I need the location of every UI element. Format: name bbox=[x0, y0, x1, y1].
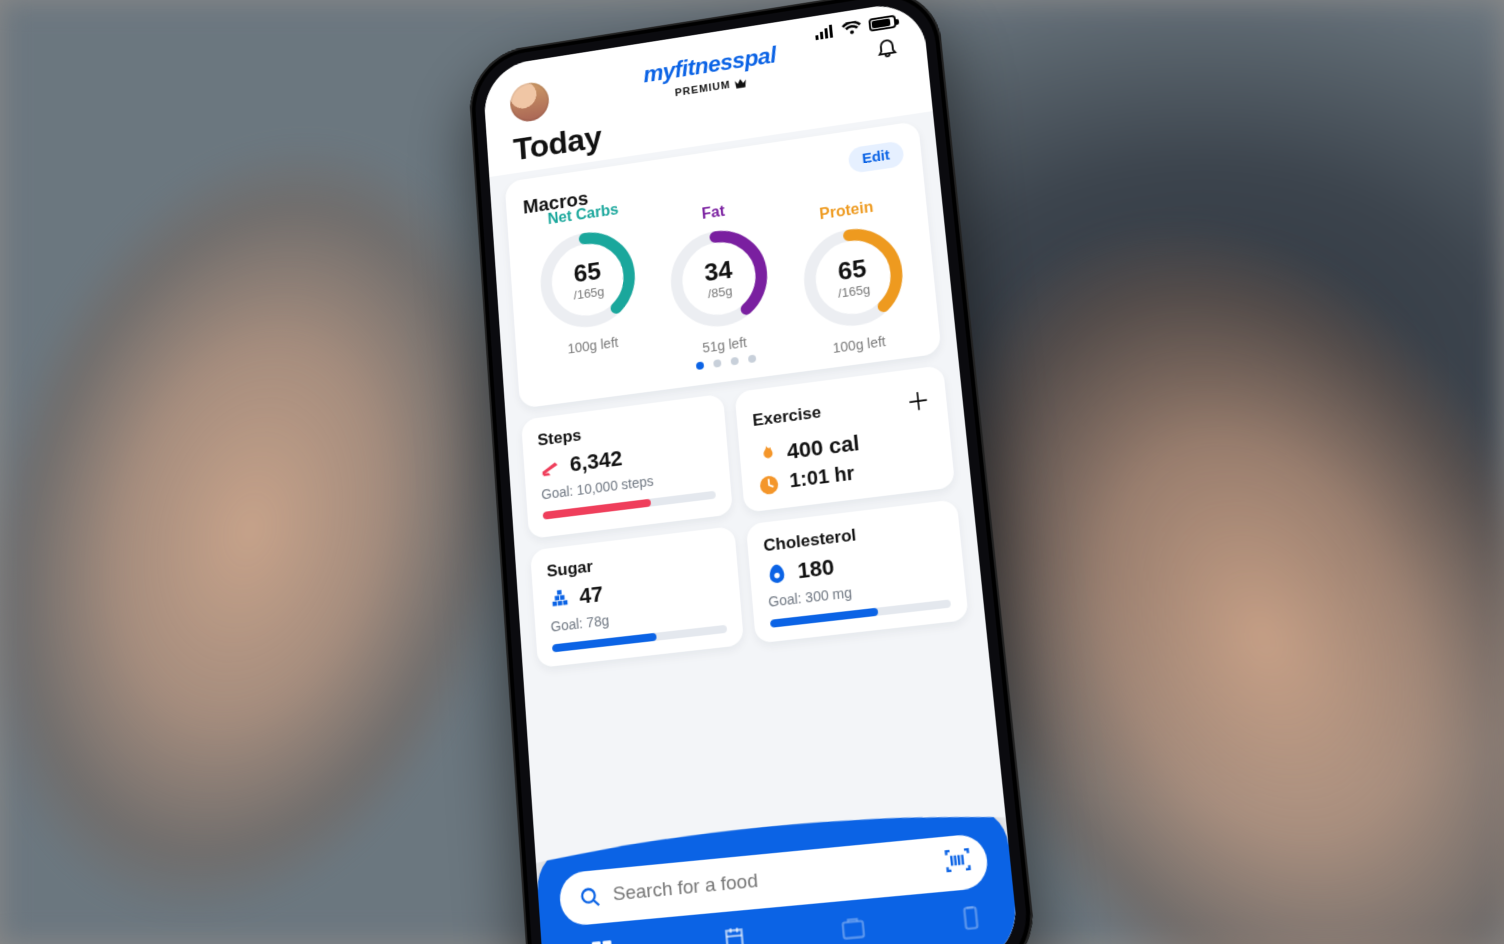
cholesterol-value: 180 bbox=[796, 554, 835, 584]
macro-value: 34 bbox=[703, 256, 733, 284]
wifi-icon bbox=[841, 20, 861, 36]
exercise-cal: 400 cal bbox=[786, 430, 861, 465]
nav-diary[interactable]: Diary bbox=[720, 924, 754, 944]
sugar-value: 47 bbox=[578, 581, 603, 609]
macro-value: 65 bbox=[837, 255, 868, 284]
macro-net-carbs[interactable]: Net Carbs65/165g100g left bbox=[532, 200, 644, 360]
macro-ring: 65/165g bbox=[795, 218, 911, 336]
macro-remaining: 100g left bbox=[567, 334, 619, 356]
edit-macros-button[interactable]: Edit bbox=[847, 140, 904, 173]
macro-goal: /165g bbox=[837, 281, 870, 300]
exercise-time: 1:01 hr bbox=[789, 463, 856, 494]
exercise-card[interactable]: Exercise ＋ 400 cal bbox=[734, 365, 955, 513]
macro-ring: 65/165g bbox=[534, 222, 643, 337]
sugar-card[interactable]: Sugar 47 Goal: 78g bbox=[530, 526, 744, 668]
crown-icon bbox=[734, 77, 748, 90]
pager-dot[interactable] bbox=[713, 359, 721, 368]
macro-goal: /165g bbox=[573, 283, 605, 301]
cholesterol-card[interactable]: Cholesterol 180 Goal: 300 mg bbox=[746, 499, 969, 643]
macro-ring: 34/85g bbox=[663, 220, 775, 337]
pager-dot[interactable] bbox=[730, 357, 738, 366]
egg-icon bbox=[765, 561, 789, 585]
macro-label: Protein bbox=[819, 199, 874, 224]
steps-card[interactable]: Steps 6,342 Goal: 10,000 steps bbox=[521, 394, 733, 539]
nav-item[interactable] bbox=[956, 903, 988, 944]
macros-card[interactable]: Macros Edit Net Carbs65/165g100g leftFat… bbox=[504, 121, 941, 409]
barcode-scan-icon[interactable] bbox=[942, 844, 974, 881]
search-icon bbox=[579, 885, 602, 910]
macro-goal: /85g bbox=[707, 283, 732, 301]
sugar-icon bbox=[548, 587, 571, 611]
exercise-title: Exercise bbox=[752, 402, 822, 430]
notifications-icon[interactable] bbox=[874, 34, 899, 60]
clock-icon bbox=[757, 472, 780, 496]
steps-icon bbox=[539, 455, 561, 479]
nav-item[interactable] bbox=[839, 914, 870, 944]
steps-value: 6,342 bbox=[569, 446, 623, 478]
macro-label: Fat bbox=[701, 203, 725, 223]
pager-dot[interactable] bbox=[748, 354, 756, 363]
flame-icon bbox=[755, 443, 778, 467]
avatar[interactable] bbox=[509, 80, 550, 124]
pager-dot[interactable] bbox=[696, 361, 704, 370]
macro-remaining: 100g left bbox=[832, 333, 886, 355]
macro-protein[interactable]: Protein65/165g100g left bbox=[793, 195, 913, 359]
add-exercise-button[interactable]: ＋ bbox=[904, 381, 931, 418]
nav-dashboard[interactable]: Dashboard bbox=[571, 935, 636, 944]
macro-value: 65 bbox=[573, 257, 602, 285]
cellular-icon bbox=[815, 24, 835, 40]
macro-fat[interactable]: Fat34/85g51g left bbox=[661, 198, 777, 360]
phone-screen: myfitnesspal PREMIUM Today Macros Edi bbox=[482, 0, 1021, 944]
